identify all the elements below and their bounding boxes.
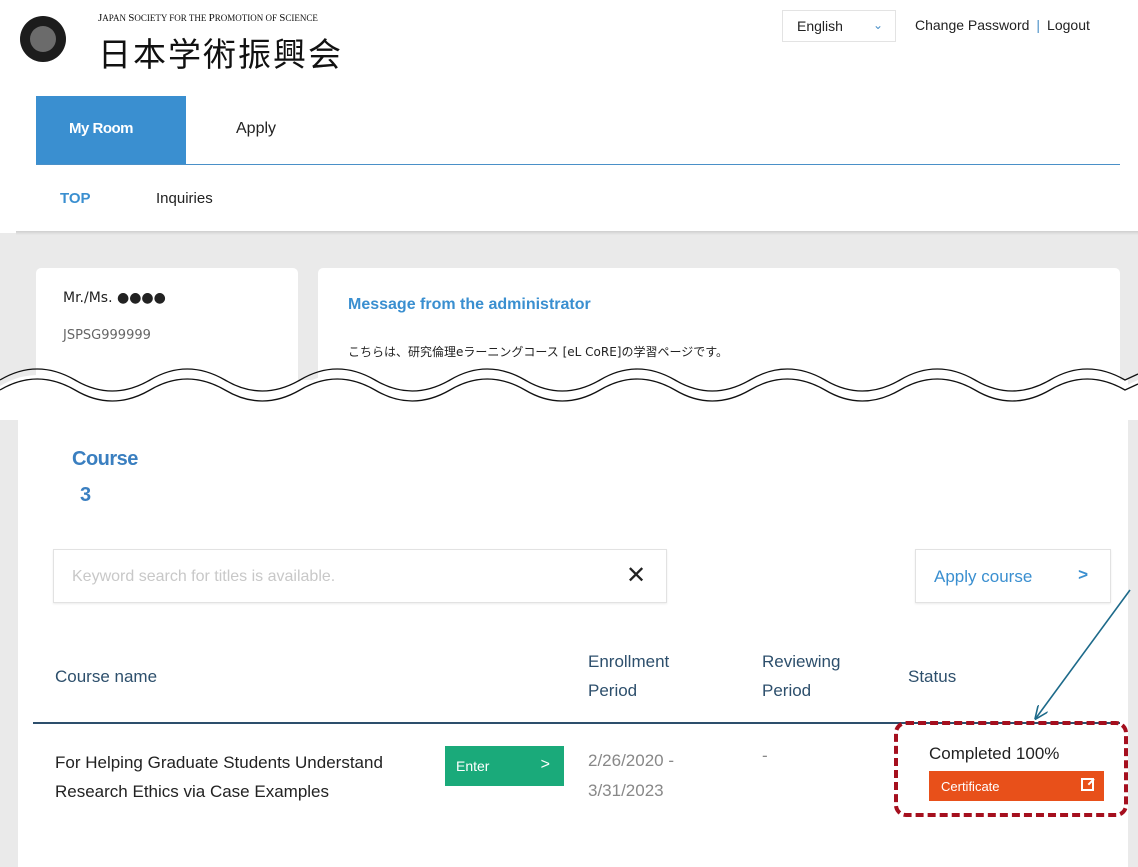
column-header-enrollment: Enrollment Period — [588, 652, 670, 700]
apply-course-button[interactable]: Apply course > — [915, 549, 1111, 603]
tab-divider — [36, 164, 1120, 165]
column-header-status: Status — [908, 667, 957, 686]
chevron-down-icon: ⌄ — [872, 18, 883, 32]
tab-my-room[interactable]: My Room — [36, 96, 186, 165]
user-name: Mr./Ms. ●●●● — [63, 290, 166, 306]
tab-my-room-label: My Room — [69, 120, 134, 137]
logo-english-name: JAPAN SOCIETY FOR THE PROMOTION OF SCIEN… — [98, 12, 318, 24]
enrollment-period-cell: 2/26/2020 - 3/31/2023 — [588, 751, 675, 800]
logo-japanese-name: 日本学術振興会 — [98, 35, 343, 74]
chevron-right-icon: > — [1078, 565, 1088, 584]
account-links: Change Password | Logout — [915, 17, 1090, 33]
enter-label: Enter — [456, 758, 490, 774]
change-password-link[interactable]: Change Password — [915, 17, 1029, 33]
course-name-cell: For Helping Graduate Students Understand… — [55, 753, 383, 801]
link-separator: | — [1036, 17, 1041, 33]
clear-icon[interactable]: ✕ — [626, 561, 646, 591]
enter-course-button[interactable]: Enter > — [445, 746, 564, 786]
tab-apply[interactable]: Apply — [236, 120, 276, 138]
course-search-box: ✕ — [53, 549, 667, 603]
subnav-top[interactable]: TOP — [60, 190, 91, 207]
reviewing-period-cell: - — [762, 746, 768, 765]
logout-link[interactable]: Logout — [1047, 17, 1090, 33]
admin-message-title: Message from the administrator — [348, 296, 591, 313]
column-header-course-name: Course name — [55, 667, 158, 686]
cut-wave-divider — [0, 368, 1138, 420]
course-section-title: Course — [72, 448, 138, 470]
language-value: English — [797, 18, 843, 34]
subnav-inquiries[interactable]: Inquiries — [156, 190, 213, 207]
user-id: JSPSG999999 — [63, 328, 151, 343]
status-highlight-box — [894, 721, 1128, 817]
language-select[interactable]: English ⌄ — [782, 10, 896, 42]
column-header-reviewing: Reviewing Period — [762, 652, 841, 700]
jsps-logo[interactable]: JAPAN SOCIETY FOR THE PROMOTION OF SCIEN… — [20, 10, 400, 74]
course-count: 3 — [80, 484, 92, 506]
apply-course-label: Apply course — [934, 567, 1033, 586]
course-search-input[interactable] — [72, 564, 612, 590]
header-shadow — [16, 231, 1138, 235]
jsps-emblem-icon — [20, 16, 66, 62]
chevron-right-icon: > — [540, 756, 550, 773]
